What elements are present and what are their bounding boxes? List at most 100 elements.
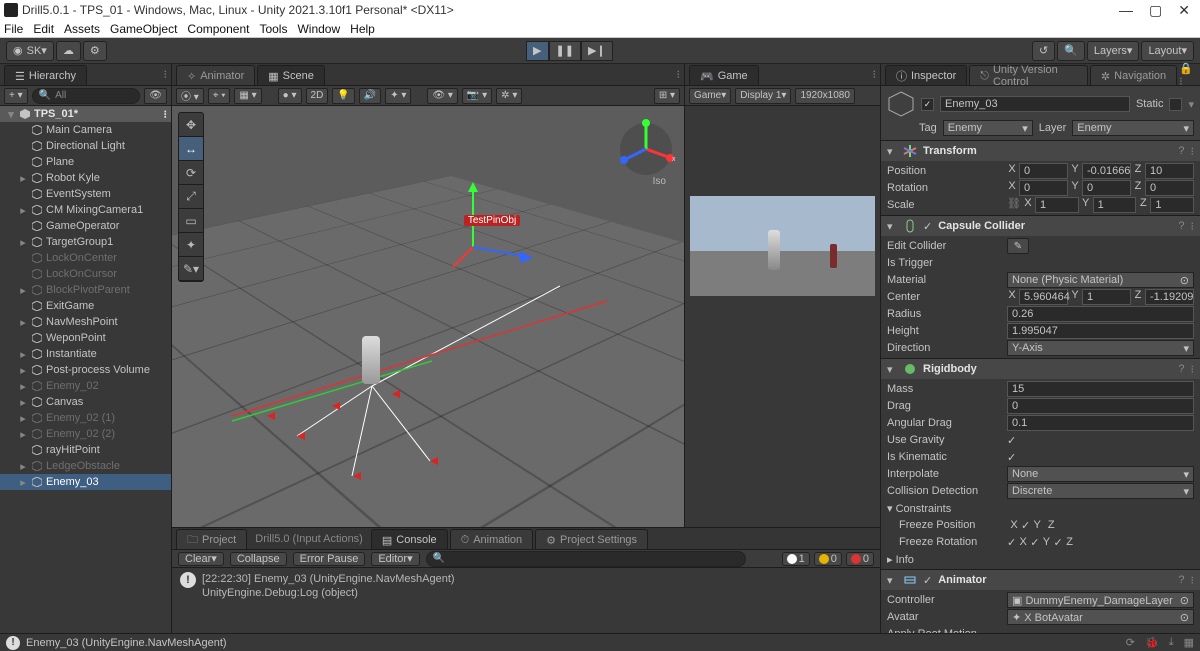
panel-menu-icon[interactable]: ⁝	[164, 68, 172, 81]
colldet-dropdown[interactable]: Discrete▾	[1007, 483, 1194, 499]
account-dropdown[interactable]: ◉ SK ▾	[6, 41, 54, 61]
hierarchy-item[interactable]: ▸NavMeshPoint	[0, 314, 171, 330]
scale-link-icon[interactable]: ⛓	[1007, 197, 1021, 213]
play-button[interactable]: ▶	[526, 41, 548, 61]
hierarchy-item[interactable]: Main Camera	[0, 122, 171, 138]
tab-hierarchy[interactable]: ☰ Hierarchy	[4, 65, 87, 85]
tool-move[interactable]: ↔	[179, 137, 203, 161]
scene-panel-menu[interactable]: ⁝	[677, 68, 685, 81]
position-x[interactable]: 0	[1019, 163, 1068, 179]
freezerot-y[interactable]: ✓	[1030, 536, 1039, 549]
tab-game[interactable]: 🎮 Game	[689, 65, 759, 85]
console-warn-count[interactable]: 0	[814, 552, 842, 566]
menu-component[interactable]: Component	[187, 22, 249, 36]
scale-x[interactable]: 1	[1035, 197, 1079, 213]
hierarchy-item[interactable]: EventSystem	[0, 186, 171, 202]
status-bug-icon[interactable]: 🐞	[1145, 636, 1159, 649]
gizmo-visibility[interactable]: 👁 ▾	[427, 88, 458, 104]
shading-dropdown[interactable]: ● ▾	[278, 88, 302, 104]
layer-dropdown[interactable]: Enemy▾	[1072, 120, 1194, 136]
game-mode-dropdown[interactable]: Game ▾	[689, 88, 731, 104]
kinematic-checkbox[interactable]: ✓	[1007, 451, 1016, 464]
tool-rect[interactable]: ▭	[179, 209, 203, 233]
settings-button[interactable]: ⚙	[83, 41, 107, 61]
tab-project[interactable]: 🗀Project	[176, 529, 247, 549]
hierarchy-item[interactable]: Plane	[0, 154, 171, 170]
hierarchy-item[interactable]: rayHitPoint	[0, 442, 171, 458]
menu-edit[interactable]: Edit	[33, 22, 54, 36]
tab-scene[interactable]: ▦ Scene	[257, 65, 325, 85]
tool-scale[interactable]: ⤢	[179, 185, 203, 209]
menu-window[interactable]: Window	[297, 22, 340, 36]
center-y[interactable]: 1	[1082, 289, 1131, 305]
component-help-icon[interactable]: ?	[1178, 145, 1184, 158]
position-z[interactable]: 10	[1145, 163, 1194, 179]
component-menu-icon[interactable]: ⁝	[1191, 145, 1195, 158]
hierarchy-item[interactable]: GameOperator	[0, 218, 171, 234]
undo-history-button[interactable]: ↺	[1032, 41, 1055, 61]
component-help-icon[interactable]: ?	[1178, 220, 1184, 233]
hierarchy-item[interactable]: ▸Canvas	[0, 394, 171, 410]
game-display-dropdown[interactable]: Display 1 ▾	[735, 88, 791, 104]
console-collapse[interactable]: Collapse	[230, 552, 287, 566]
close-button[interactable]: ✕	[1178, 2, 1190, 19]
hierarchy-item[interactable]: Directional Light	[0, 138, 171, 154]
search-global-button[interactable]: 🔍	[1057, 41, 1085, 61]
hierarchy-item[interactable]: ▸BlockPivotParent	[0, 282, 171, 298]
scene-extras[interactable]: ⊞ ▾	[654, 88, 680, 104]
console-info-count[interactable]: 1	[782, 552, 810, 566]
tool-custom[interactable]: ✎▾	[179, 257, 203, 281]
tab-uvc[interactable]: ⎋Unity Version Control	[969, 65, 1088, 85]
scene-row[interactable]: ▾ TPS_01* ⁝	[0, 106, 171, 122]
avatar-field[interactable]: ✦ X BotAvatar⊙	[1007, 609, 1194, 625]
maximize-button[interactable]: ▢	[1149, 2, 1162, 19]
status-cache-icon[interactable]: ▦	[1184, 636, 1194, 649]
tab-console[interactable]: ▤Console	[371, 529, 448, 549]
hierarchy-item[interactable]: ExitGame	[0, 298, 171, 314]
hierarchy-item[interactable]: ▸Robot Kyle	[0, 170, 171, 186]
menu-tools[interactable]: Tools	[259, 22, 287, 36]
inspector-lock-icon[interactable]: 🔒 ⁝	[1179, 62, 1200, 88]
layout-dropdown[interactable]: Layout ▾	[1141, 41, 1194, 61]
game-resolution-dropdown[interactable]: 1920x1080	[795, 88, 855, 104]
gameobject-name-field[interactable]: Enemy_03	[940, 96, 1130, 112]
tool-rotate[interactable]: ⟳	[179, 161, 203, 185]
camera-dropdown[interactable]: 📷 ▾	[462, 88, 492, 104]
component-header-rigidbody[interactable]: ▾ Rigidbody ?⁝	[881, 359, 1200, 379]
console-body[interactable]: ! [22:22:30] Enemy_03 (UnityEngine.NavMe…	[172, 568, 880, 633]
tool-pivot[interactable]: ⦿ ▾	[176, 88, 204, 104]
interpolate-dropdown[interactable]: None▾	[1007, 466, 1194, 482]
console-clear[interactable]: Clear ▾	[178, 552, 224, 566]
freezerot-x[interactable]: ✓	[1007, 536, 1016, 549]
game-panel-menu[interactable]: ⁝	[873, 68, 881, 81]
controller-field[interactable]: ▣ DummyEnemy_DamageLayer⊙	[1007, 592, 1194, 608]
menu-gameobject[interactable]: GameObject	[110, 22, 177, 36]
height-field[interactable]: 1.995047	[1007, 323, 1194, 339]
console-editor-dropdown[interactable]: Editor ▾	[371, 552, 419, 566]
tool-view[interactable]: ✥	[179, 113, 203, 137]
layers-dropdown[interactable]: Layers ▾	[1087, 41, 1140, 61]
scale-y[interactable]: 1	[1093, 197, 1137, 213]
minimize-button[interactable]: —	[1119, 2, 1133, 19]
cloud-button[interactable]: ☁	[56, 41, 81, 61]
tool-handle[interactable]: ⌖ ▾	[208, 88, 231, 104]
component-help-icon[interactable]: ?	[1178, 574, 1184, 587]
hierarchy-visibility-icon[interactable]: 👁	[144, 88, 167, 104]
tab-animation[interactable]: ⏱Animation	[450, 529, 534, 549]
audio-toggle[interactable]: 🔊	[359, 88, 381, 104]
gizmos-dropdown[interactable]: ✲ ▾	[496, 88, 522, 104]
hierarchy-item[interactable]: ▸LedgeObstacle	[0, 458, 171, 474]
component-menu-icon[interactable]: ⁝	[1191, 363, 1195, 376]
tab-navigation[interactable]: ✲Navigation	[1090, 65, 1177, 85]
tag-dropdown[interactable]: Enemy▾	[943, 120, 1033, 136]
radius-field[interactable]: 0.26	[1007, 306, 1194, 322]
orientation-gizmo[interactable]: x	[616, 114, 676, 184]
freezerot-z[interactable]: ✓	[1053, 536, 1062, 549]
collider-enabled-checkbox[interactable]: ✓	[923, 220, 932, 233]
hierarchy-item[interactable]: ▸Enemy_02 (1)	[0, 410, 171, 426]
console-search[interactable]: 🔍	[426, 551, 746, 567]
hierarchy-item[interactable]: LockOnCursor	[0, 266, 171, 282]
rotation-z[interactable]: 0	[1145, 180, 1194, 196]
center-x[interactable]: 5.960464	[1019, 289, 1068, 305]
gameobject-active-checkbox[interactable]: ✓	[921, 98, 934, 111]
